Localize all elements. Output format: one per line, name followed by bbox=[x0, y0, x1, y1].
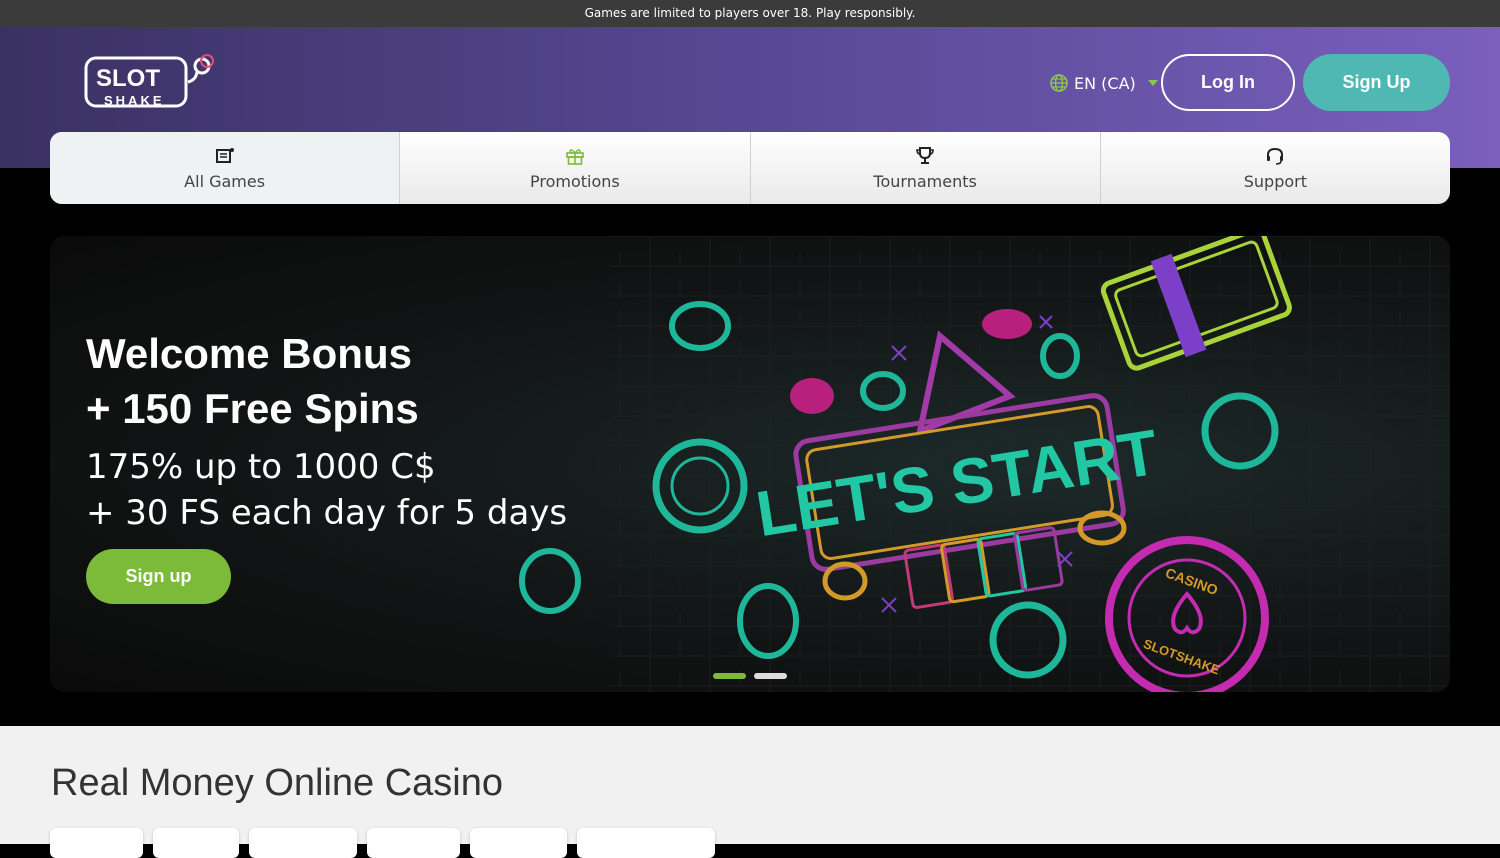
nav-label: Tournaments bbox=[873, 171, 977, 191]
hero-banner[interactable]: LET'S START CASINO SLOTSHAKE Welcome Bon… bbox=[50, 236, 1450, 692]
nav-label: All Games bbox=[184, 171, 266, 191]
trophy-icon bbox=[916, 146, 934, 164]
login-button[interactable]: Log In bbox=[1161, 54, 1295, 111]
games-icon bbox=[215, 147, 234, 163]
signup-button[interactable]: Sign Up bbox=[1303, 54, 1450, 111]
headset-icon bbox=[1267, 147, 1284, 165]
slotshake-logo[interactable]: SLOT SHAKE bbox=[84, 54, 216, 112]
category-tab[interactable] bbox=[470, 828, 567, 858]
logo-text-bottom: SHAKE bbox=[104, 93, 165, 108]
category-tab[interactable] bbox=[367, 828, 460, 858]
hero-title-line2: + 150 Free Spins bbox=[86, 385, 419, 432]
nav-label: Promotions bbox=[530, 171, 620, 191]
nav-promotions[interactable]: Promotions bbox=[400, 132, 751, 204]
category-tab[interactable] bbox=[577, 828, 715, 858]
carousel-dot-2[interactable] bbox=[754, 673, 787, 679]
category-tab[interactable] bbox=[153, 828, 239, 858]
hero-subtitle: 175% up to 1000 C$ + 30 FS each day for … bbox=[86, 444, 567, 536]
hero-title: Welcome Bonus + 150 Free Spins bbox=[86, 326, 419, 436]
language-label: EN (CA) bbox=[1074, 73, 1136, 93]
category-tabs bbox=[50, 828, 715, 858]
logo-text-top: SLOT bbox=[96, 65, 160, 92]
category-tab[interactable] bbox=[249, 828, 357, 858]
section-title: Real Money Online Casino bbox=[51, 762, 504, 804]
gift-icon bbox=[566, 148, 584, 165]
category-tab[interactable] bbox=[50, 828, 143, 858]
nav-support[interactable]: Support bbox=[1101, 132, 1450, 204]
hero-signup-button[interactable]: Sign up bbox=[86, 549, 231, 604]
casino-section: Real Money Online Casino bbox=[0, 726, 1500, 858]
age-notice-text: Games are limited to players over 18. Pl… bbox=[584, 6, 916, 20]
chevron-down-icon bbox=[1147, 80, 1158, 86]
main-nav: All Games Promotions Tournaments Support bbox=[50, 132, 1450, 204]
nav-all-games[interactable]: All Games bbox=[50, 132, 401, 204]
nav-label: Support bbox=[1243, 171, 1307, 191]
hero-sub-line2: + 30 FS each day for 5 days bbox=[86, 493, 568, 533]
language-selector[interactable]: EN (CA) bbox=[1050, 72, 1158, 94]
nav-tournaments[interactable]: Tournaments bbox=[751, 132, 1101, 204]
age-notice-bar: Games are limited to players over 18. Pl… bbox=[0, 0, 1500, 27]
carousel-dot-1[interactable] bbox=[713, 673, 746, 679]
hero-title-line1: Welcome Bonus bbox=[86, 330, 412, 377]
carousel-dots bbox=[713, 673, 787, 679]
hero-sub-line1: 175% up to 1000 C$ bbox=[86, 447, 436, 487]
globe-icon bbox=[1050, 74, 1068, 92]
